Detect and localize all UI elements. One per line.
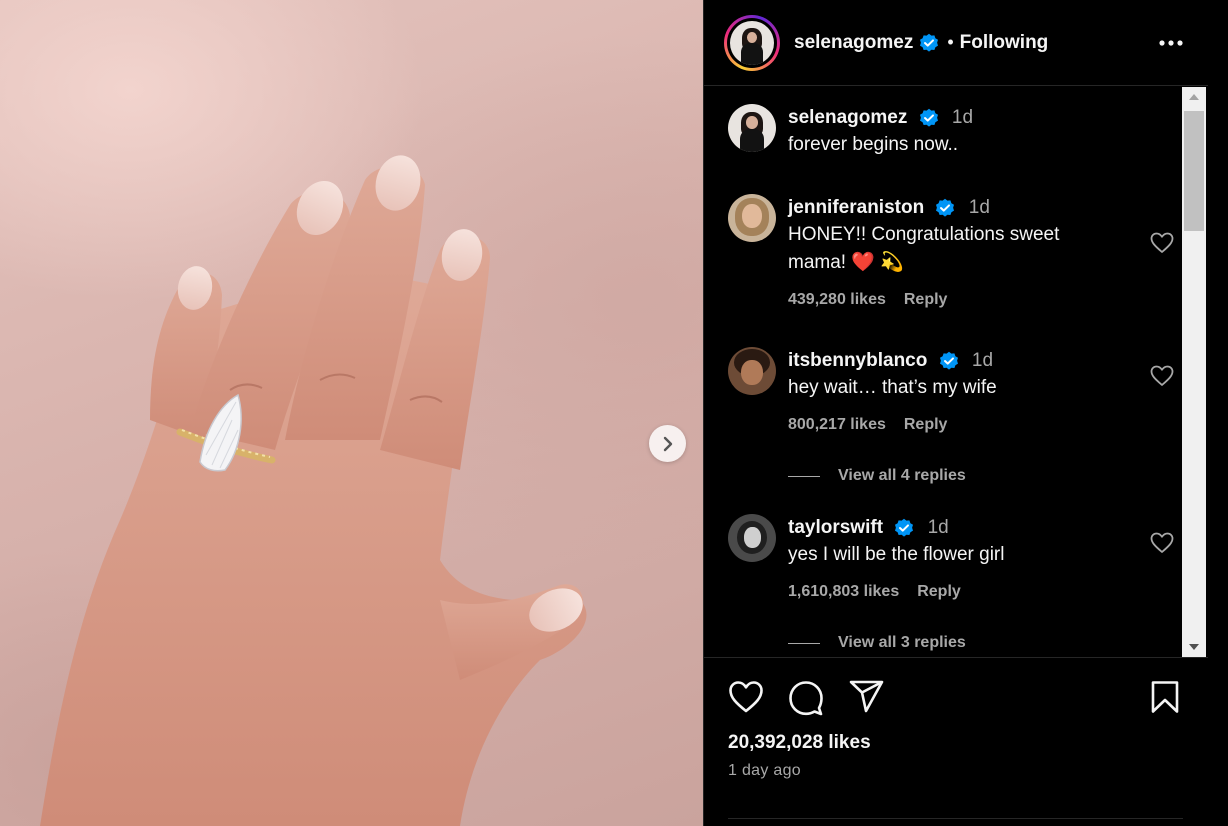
comment-username[interactable]: jenniferaniston <box>788 197 924 218</box>
post-photo <box>0 0 703 826</box>
heart-icon[interactable] <box>1150 365 1174 387</box>
following-button[interactable]: Following <box>960 32 1049 54</box>
post-side-panel: selenagomez • Following selenagomez 1d f… <box>703 0 1228 826</box>
paper-plane-icon[interactable] <box>849 680 885 714</box>
itsbennyblanco-avatar[interactable] <box>728 347 776 395</box>
story-ring[interactable] <box>724 14 780 71</box>
comment-likes[interactable]: 1,610,803 likes <box>788 583 899 600</box>
caption-text: forever begins now.. <box>788 134 959 155</box>
caption-author-avatar[interactable] <box>728 104 776 152</box>
right-edge <box>1208 0 1228 826</box>
view-replies-label: View all 4 replies <box>838 467 966 484</box>
comment-item: itsbennyblanco 1d hey wait… that’s my wi… <box>728 347 1174 434</box>
post-likes-count[interactable]: 20,392,028 likes <box>728 732 871 754</box>
scroll-up-arrow[interactable] <box>1182 87 1206 107</box>
jenniferaniston-avatar[interactable] <box>728 194 776 242</box>
taylorswift-avatar[interactable] <box>728 514 776 562</box>
caption-time[interactable]: 1d <box>952 107 973 128</box>
reply-button[interactable]: Reply <box>904 291 948 308</box>
verified-badge-icon <box>920 33 939 52</box>
comment-text: yes I will be the flower girl <box>788 544 1005 565</box>
comment-time[interactable]: 1d <box>928 517 949 538</box>
scroll-thumb[interactable] <box>1184 111 1204 231</box>
comment-username[interactable]: taylorswift <box>788 517 883 538</box>
bookmark-icon[interactable] <box>1150 680 1180 714</box>
triangle-up-icon <box>1189 94 1199 100</box>
comment-item: jenniferaniston 1d HONEY!! Congratulatio… <box>728 194 1174 309</box>
author-username[interactable]: selenagomez <box>794 32 913 54</box>
comments-list[interactable]: selenagomez 1d forever begins now.. jenn… <box>704 87 1182 657</box>
like-heart-icon[interactable] <box>728 680 764 714</box>
reply-button[interactable]: Reply <box>904 416 948 433</box>
next-photo-button[interactable] <box>649 425 686 462</box>
chevron-right-icon <box>663 436 672 451</box>
heart-icon[interactable] <box>1150 532 1174 554</box>
divider <box>728 818 1183 819</box>
view-replies-button[interactable]: View all 3 replies <box>788 634 966 652</box>
comment-text: HONEY!! Congratulations sweet mama! ❤️ 💫 <box>788 224 1060 273</box>
hand-with-ring-image <box>40 155 587 826</box>
verified-badge-icon <box>939 351 958 370</box>
view-replies-label: View all 3 replies <box>838 634 966 651</box>
reply-button[interactable]: Reply <box>917 583 961 600</box>
comment-item: taylorswift 1d yes I will be the flower … <box>728 514 1174 601</box>
caption-item: selenagomez 1d forever begins now.. <box>728 104 1168 159</box>
triangle-down-icon <box>1189 644 1199 650</box>
heart-icon[interactable] <box>1150 232 1174 254</box>
caption-username[interactable]: selenagomez <box>788 107 907 128</box>
post-actions: 20,392,028 likes 1 day ago <box>704 657 1208 826</box>
view-replies-button[interactable]: View all 4 replies <box>788 467 966 485</box>
post-header: selenagomez • Following <box>704 0 1208 86</box>
comment-time[interactable]: 1d <box>969 197 990 218</box>
post-timestamp[interactable]: 1 day ago <box>728 762 801 780</box>
author-avatar[interactable] <box>730 20 774 65</box>
more-horizontal-icon[interactable] <box>1158 30 1184 56</box>
verified-badge-icon <box>936 198 955 217</box>
comment-bubble-icon[interactable] <box>788 680 824 716</box>
comment-likes[interactable]: 439,280 likes <box>788 291 886 308</box>
verified-badge-icon <box>895 518 914 537</box>
scroll-down-arrow[interactable] <box>1182 637 1206 657</box>
separator-dot: • <box>947 32 954 52</box>
comment-username[interactable]: itsbennyblanco <box>788 350 927 371</box>
comment-likes[interactable]: 800,217 likes <box>788 416 886 433</box>
verified-badge-icon <box>919 108 938 127</box>
comment-text: hey wait… that’s my wife <box>788 377 997 398</box>
comments-scrollbar[interactable] <box>1182 87 1206 657</box>
comment-time[interactable]: 1d <box>972 350 993 371</box>
